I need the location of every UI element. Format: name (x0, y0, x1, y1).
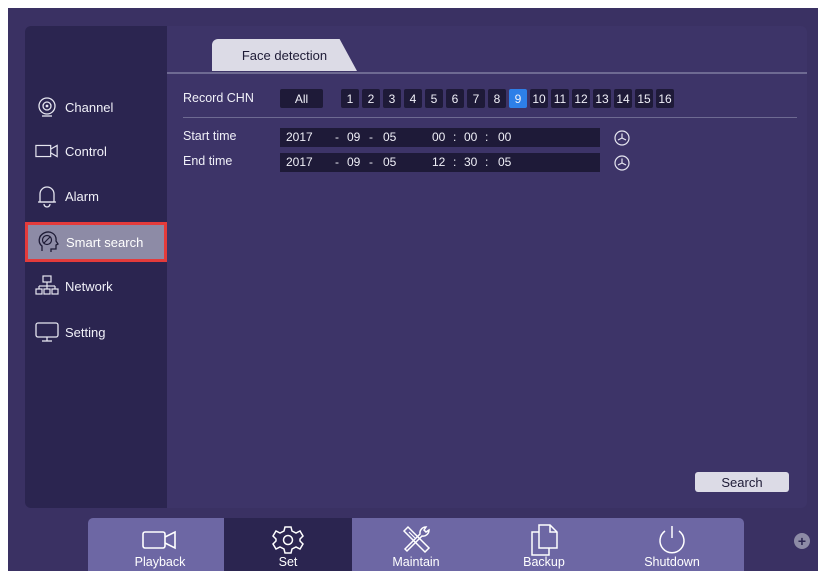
start-month[interactable]: 09 (347, 130, 360, 144)
sidebar-item-label: Setting (65, 324, 106, 340)
channel-button[interactable]: 14 (614, 89, 632, 108)
end-time-field[interactable]: 2017 - 09 - 05 12 : 30 : 05 (280, 153, 600, 172)
sidebar-item-label: Network (65, 278, 113, 294)
sidebar-item-label: Control (65, 143, 107, 159)
monitor-icon (35, 320, 59, 344)
toolbar-playback[interactable]: Playback (96, 518, 224, 571)
toolbar-backup[interactable]: Backup (480, 518, 608, 571)
sidebar-item-alarm[interactable]: Alarm (27, 179, 163, 213)
channel-button[interactable]: 1 (341, 89, 359, 108)
date-separator: - (369, 130, 373, 144)
channel-button[interactable]: 10 (530, 89, 548, 108)
clock-icon[interactable] (613, 129, 631, 147)
start-time-label: Start time (183, 129, 237, 143)
date-separator: - (335, 155, 339, 169)
sidebar-item-setting[interactable]: Setting (27, 315, 163, 349)
channel-button[interactable]: 3 (383, 89, 401, 108)
sidebar-item-label: Smart search (66, 234, 144, 250)
tab-face-detection[interactable]: Face detection (212, 39, 357, 71)
sidebar-item-control[interactable]: Control (27, 134, 163, 168)
channel-icon (35, 95, 59, 119)
date-separator: - (369, 155, 373, 169)
sidebar: Channel Control Alarm Smart search Netwo… (25, 26, 167, 508)
time-separator: : (485, 155, 489, 169)
channel-button[interactable]: 13 (593, 89, 611, 108)
main-panel: Face detection Record CHN All 1234567891… (167, 26, 807, 508)
tab-bar: Face detection (167, 26, 807, 74)
sidebar-item-label: Channel (65, 99, 114, 115)
record-chn-label: Record CHN (183, 91, 254, 105)
time-separator: : (485, 130, 489, 144)
end-day[interactable]: 05 (383, 155, 396, 169)
toolbar-label: Playback (134, 555, 186, 569)
channel-button[interactable]: 8 (488, 89, 506, 108)
sidebar-item-channel[interactable]: Channel (27, 90, 163, 124)
date-separator: - (335, 130, 339, 144)
sidebar-item-smart-search[interactable]: Smart search (25, 222, 167, 262)
channel-button[interactable]: 16 (656, 89, 674, 108)
sidebar-item-network[interactable]: Network (27, 269, 163, 303)
network-icon (35, 274, 59, 298)
channel-selector: 1 2 3 4 5 6 7 8 9 10 11 12 13 14 15 16 (341, 89, 674, 108)
end-hour[interactable]: 12 (432, 155, 445, 169)
channel-button[interactable]: 4 (404, 89, 422, 108)
start-hour[interactable]: 00 (432, 130, 445, 144)
power-icon (655, 522, 689, 558)
toolbar-maintain[interactable]: Maintain (352, 518, 480, 571)
end-second[interactable]: 05 (498, 155, 511, 169)
toolbar-label: Backup (523, 555, 565, 569)
channel-button[interactable]: 7 (467, 89, 485, 108)
channel-button[interactable]: 6 (446, 89, 464, 108)
divider (183, 117, 797, 118)
channel-button[interactable]: 9 (509, 89, 527, 108)
channel-button[interactable]: 11 (551, 89, 569, 108)
channel-button[interactable]: 15 (635, 89, 653, 108)
time-separator: : (453, 155, 457, 169)
tools-icon (399, 522, 433, 558)
start-day[interactable]: 05 (383, 130, 396, 144)
search-button[interactable]: Search (695, 472, 789, 492)
end-time-label: End time (183, 154, 233, 168)
plus-icon[interactable]: + (794, 533, 810, 549)
head-icon (36, 230, 60, 254)
bottom-toolbar: Playback Set Maintain Backup Shutdown (88, 518, 744, 571)
start-year[interactable]: 2017 (286, 130, 313, 144)
toolbar-label: Shutdown (644, 555, 700, 569)
end-year[interactable]: 2017 (286, 155, 313, 169)
gear-icon (272, 522, 304, 558)
toolbar-label: Maintain (392, 555, 440, 569)
time-separator: : (453, 130, 457, 144)
end-month[interactable]: 09 (347, 155, 360, 169)
start-second[interactable]: 00 (498, 130, 511, 144)
channel-button[interactable]: 5 (425, 89, 443, 108)
all-channels-button[interactable]: All (280, 89, 323, 108)
channel-button[interactable]: 12 (572, 89, 590, 108)
toolbar-shutdown[interactable]: Shutdown (608, 518, 736, 571)
copy-icon (529, 522, 559, 558)
channel-button[interactable]: 2 (362, 89, 380, 108)
dvr-screen: Channel Control Alarm Smart search Netwo… (8, 8, 818, 571)
bell-icon (35, 184, 59, 208)
toolbar-label: Set (278, 555, 298, 569)
camera-icon (141, 522, 179, 558)
sidebar-item-label: Alarm (65, 188, 99, 204)
camera-icon (35, 139, 59, 163)
start-time-field[interactable]: 2017 - 09 - 05 00 : 00 : 00 (280, 128, 600, 147)
clock-icon[interactable] (613, 154, 631, 172)
start-minute[interactable]: 00 (464, 130, 477, 144)
toolbar-set[interactable]: Set (224, 518, 352, 571)
end-minute[interactable]: 30 (464, 155, 477, 169)
